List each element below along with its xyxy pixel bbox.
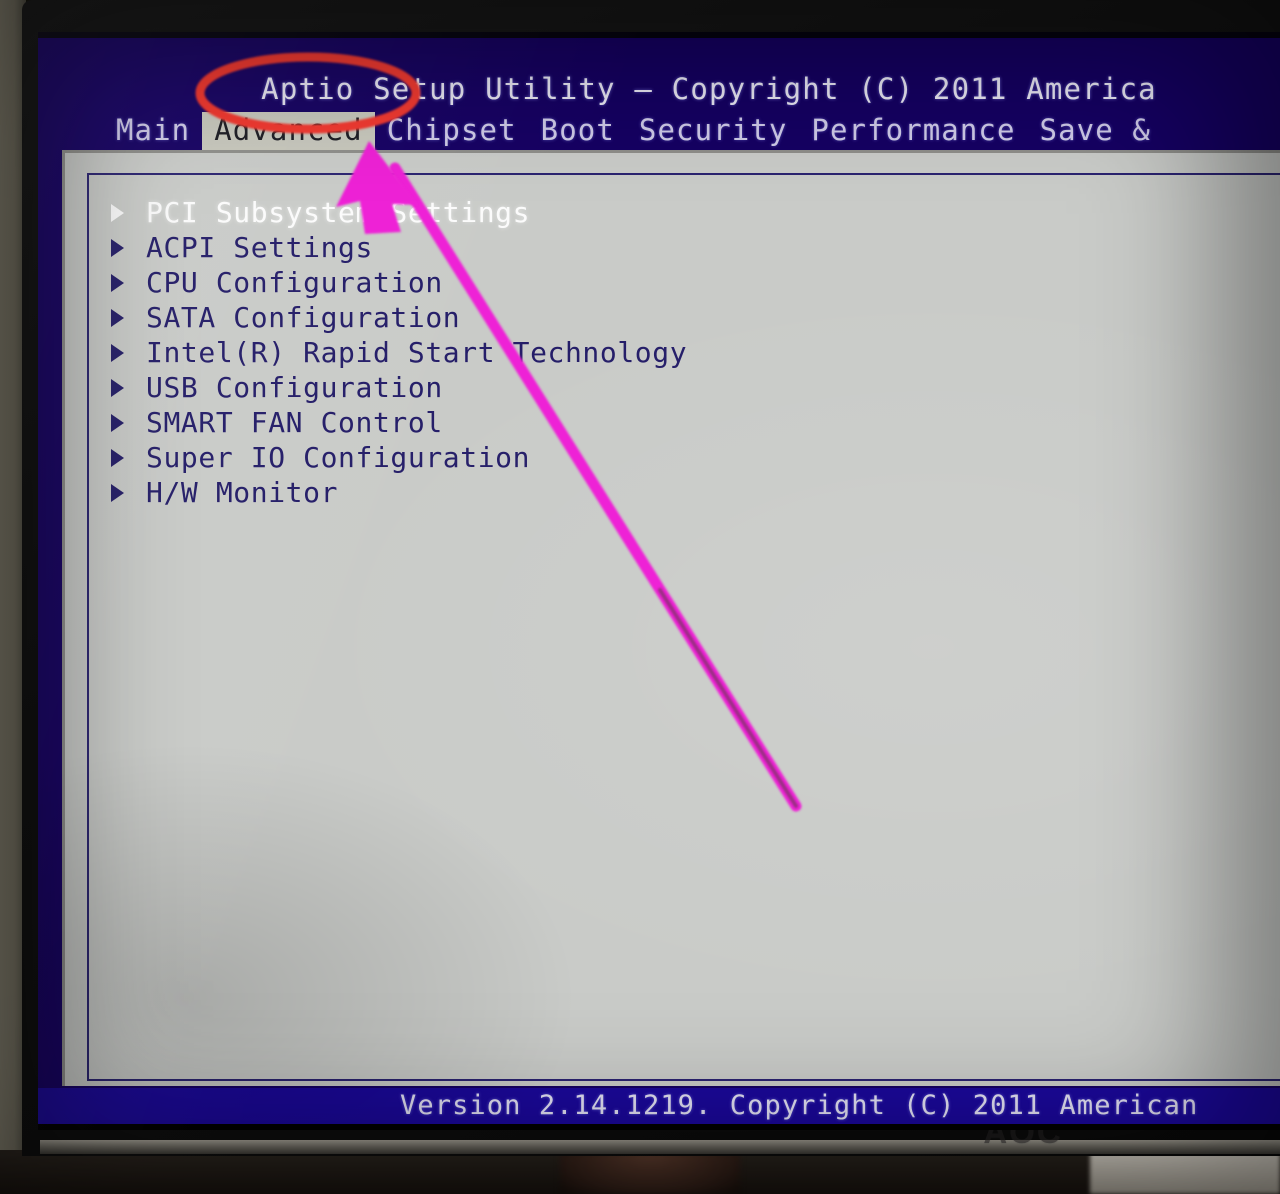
submenu-arrow-icon — [111, 308, 124, 327]
menu-item-label: PCI Subsystem Settings — [146, 196, 531, 229]
menu-item-acpi-settings[interactable]: ACPI Settings — [109, 230, 1279, 265]
tab-save-and-exit[interactable]: Save & — [1028, 112, 1163, 150]
menubar: Main Advanced Chipset Boot Security Perf… — [38, 112, 1280, 150]
tab-main[interactable]: Main — [104, 112, 202, 150]
desk-surface-right — [1090, 1152, 1280, 1194]
photograph-of-monitor: AOC Aptio Setup Utility – Copyright (C) … — [0, 0, 1280, 1194]
submenu-arrow-icon — [111, 238, 124, 257]
version-status-bar: Version 2.14.1219. Copyright (C) 2011 Am… — [38, 1088, 1280, 1124]
monitor-bezel-bottom-lip — [40, 1140, 1280, 1154]
submenu-arrow-icon — [111, 378, 124, 397]
tab-advanced[interactable]: Advanced — [202, 112, 375, 150]
settings-panel-inner-border: PCI Subsystem Settings ACPI Settings CPU… — [87, 173, 1280, 1081]
submenu-arrow-icon — [111, 413, 124, 432]
menu-item-pci-subsystem-settings[interactable]: PCI Subsystem Settings — [109, 195, 1279, 230]
menu-item-usb-configuration[interactable]: USB Configuration — [109, 370, 1279, 405]
submenu-arrow-icon — [111, 203, 124, 222]
tab-performance[interactable]: Performance — [799, 112, 1027, 150]
menu-item-hw-monitor[interactable]: H/W Monitor — [109, 475, 1279, 510]
menu-item-label: USB Configuration — [146, 371, 443, 404]
menu-item-label: SMART FAN Control — [146, 406, 443, 439]
tab-chipset[interactable]: Chipset — [375, 112, 529, 150]
menu-item-label: Intel(R) Rapid Start Technology — [146, 336, 688, 369]
menu-item-label: CPU Configuration — [146, 266, 443, 299]
menu-item-sata-configuration[interactable]: SATA Configuration — [109, 300, 1279, 335]
tab-security[interactable]: Security — [627, 112, 799, 150]
menu-item-intel-rapid-start-technology[interactable]: Intel(R) Rapid Start Technology — [109, 335, 1279, 370]
menu-item-cpu-configuration[interactable]: CPU Configuration — [109, 265, 1279, 300]
submenu-arrow-icon — [111, 448, 124, 467]
settings-item-list: PCI Subsystem Settings ACPI Settings CPU… — [109, 195, 1279, 510]
submenu-arrow-icon — [111, 273, 124, 292]
monitor-stand — [560, 1152, 740, 1194]
menu-item-label: H/W Monitor — [146, 476, 339, 509]
menu-item-super-io-configuration[interactable]: Super IO Configuration — [109, 440, 1279, 475]
submenu-arrow-icon — [111, 483, 124, 502]
menu-item-label: ACPI Settings — [146, 231, 373, 264]
menu-item-smart-fan-control[interactable]: SMART FAN Control — [109, 405, 1279, 440]
menu-item-label: Super IO Configuration — [146, 441, 531, 474]
lcd-screen: Aptio Setup Utility – Copyright (C) 2011… — [38, 32, 1280, 1130]
page-title: Aptio Setup Utility – Copyright (C) 2011… — [261, 72, 1157, 106]
tab-boot[interactable]: Boot — [529, 112, 627, 150]
submenu-arrow-icon — [111, 343, 124, 362]
settings-panel: PCI Subsystem Settings ACPI Settings CPU… — [62, 150, 1280, 1086]
menu-item-label: SATA Configuration — [146, 301, 461, 334]
bios-setup-screen: Aptio Setup Utility – Copyright (C) 2011… — [38, 38, 1280, 1124]
